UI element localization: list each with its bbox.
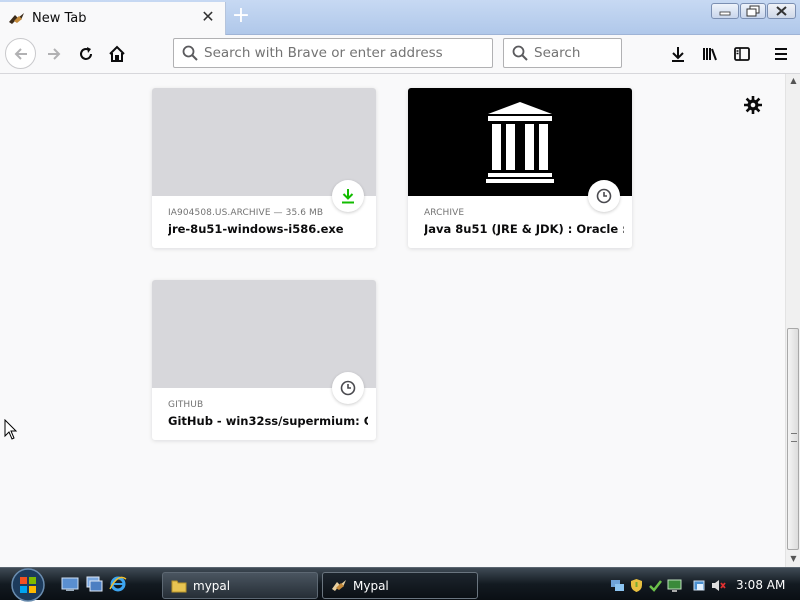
- card-title: jre-8u51-windows-i586.exe: [168, 222, 344, 236]
- volume-muted-icon[interactable]: [711, 578, 726, 593]
- reload-button[interactable]: [72, 41, 100, 67]
- card-source: GITHUB: [168, 400, 204, 410]
- minimize-button[interactable]: [711, 3, 739, 19]
- card-badge: [332, 180, 364, 212]
- arrow-right-icon: [48, 48, 61, 60]
- taskbar-button-label: mypal: [193, 578, 231, 593]
- switch-windows-icon[interactable]: [84, 575, 104, 593]
- arrow-left-icon: [14, 47, 27, 60]
- taskbar-button-label: Mypal: [353, 578, 389, 593]
- quick-launch: [60, 575, 128, 593]
- power-icon[interactable]: [692, 578, 707, 593]
- internet-archive-logo: [486, 102, 554, 183]
- new-tab-button[interactable]: +: [230, 5, 252, 27]
- highlight-card[interactable]: GITHUB GitHub - win32ss/supermium: C...: [152, 280, 376, 440]
- taskbar-button-folder[interactable]: mypal: [162, 572, 318, 599]
- menu-button[interactable]: [767, 41, 795, 67]
- downloads-button[interactable]: [664, 41, 692, 67]
- sidebar-icon: [734, 47, 750, 61]
- clock-icon: [340, 380, 356, 396]
- highlight-card[interactable]: IA904508.US.ARCHIVE — 35.6 MB jre-8u51-w…: [152, 88, 376, 248]
- taskbar-clock[interactable]: 3:08 AM: [736, 578, 785, 592]
- gear-icon: [744, 96, 762, 114]
- folder-icon: [171, 580, 187, 592]
- new-tab-page: IA904508.US.ARCHIVE — 35.6 MB jre-8u51-w…: [0, 74, 800, 567]
- settings-button[interactable]: [742, 94, 764, 116]
- scrollbar-thumb[interactable]: [787, 328, 799, 550]
- card-source: ARCHIVE: [424, 208, 465, 218]
- navigation-toolbar: [0, 35, 800, 74]
- windows-taskbar: mypal Mypal 3:08 AM: [0, 566, 800, 602]
- security-shield-icon[interactable]: [629, 578, 644, 593]
- vertical-scrollbar[interactable]: ▲ ▼: [785, 74, 800, 567]
- scroll-down-icon[interactable]: ▼: [789, 554, 798, 563]
- download-icon: [342, 189, 354, 204]
- url-input[interactable]: [204, 45, 484, 61]
- address-bar[interactable]: [173, 38, 493, 68]
- system-tray: 3:08 AM: [610, 571, 800, 599]
- card-title: GitHub - win32ss/supermium: C...: [168, 414, 368, 428]
- card-badge: [332, 372, 364, 404]
- home-button[interactable]: [103, 41, 131, 67]
- search-icon: [182, 45, 198, 61]
- card-source: IA904508.US.ARCHIVE — 35.6 MB: [168, 208, 324, 218]
- search-input[interactable]: [534, 45, 614, 61]
- maximize-button[interactable]: [740, 3, 766, 19]
- forward-button[interactable]: [40, 41, 68, 67]
- show-desktop-icon[interactable]: [60, 575, 80, 593]
- home-icon: [109, 45, 125, 62]
- network-icon[interactable]: [610, 578, 625, 593]
- close-window-button[interactable]: [767, 3, 796, 19]
- close-icon: [776, 6, 787, 16]
- download-icon: [672, 47, 684, 62]
- mypal-icon: [332, 579, 346, 591]
- start-button[interactable]: [8, 566, 48, 602]
- mypal-icon: [9, 12, 24, 24]
- grip-icon: [791, 433, 797, 442]
- hamburger-menu-icon: [775, 48, 787, 60]
- mouse-cursor-icon: [4, 419, 18, 440]
- reload-icon: [80, 47, 92, 60]
- minimize-icon: [719, 11, 731, 16]
- internet-explorer-icon[interactable]: [108, 575, 128, 593]
- card-title: Java 8u51 (JRE & JDK) : Oracle : ...: [424, 222, 624, 236]
- close-tab-icon[interactable]: ✕: [201, 9, 215, 25]
- library-button[interactable]: [696, 41, 724, 67]
- monitor-icon[interactable]: [667, 578, 682, 593]
- taskbar-button-browser[interactable]: Mypal: [322, 572, 478, 599]
- scroll-up-icon[interactable]: ▲: [789, 76, 798, 85]
- sidebar-button[interactable]: [728, 41, 756, 67]
- card-badge: [588, 180, 620, 212]
- browser-titlebar: New Tab ✕ +: [0, 0, 800, 35]
- clock-icon: [596, 188, 612, 204]
- library-icon: [703, 48, 717, 61]
- checkmark-icon[interactable]: [648, 578, 663, 593]
- back-button[interactable]: [5, 38, 36, 69]
- search-icon: [512, 45, 528, 61]
- search-bar[interactable]: [503, 38, 622, 68]
- highlight-card[interactable]: ARCHIVE Java 8u51 (JRE & JDK) : Oracle :…: [408, 88, 632, 248]
- tab-title: New Tab: [32, 11, 87, 26]
- restore-icon: [746, 5, 760, 17]
- tab-new-tab[interactable]: New Tab ✕: [0, 2, 226, 35]
